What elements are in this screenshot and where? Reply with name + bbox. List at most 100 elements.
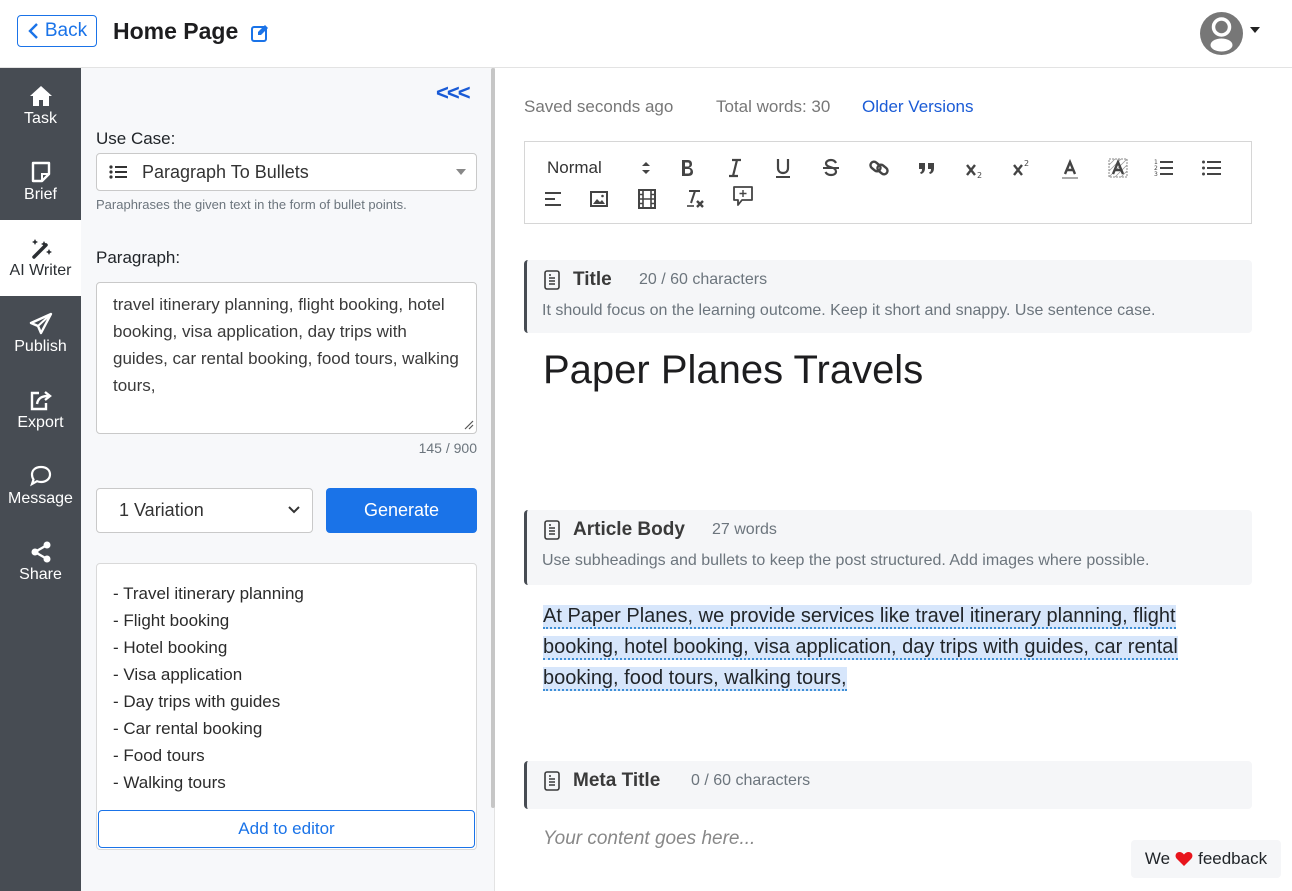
italic-icon (729, 158, 741, 178)
image-button[interactable] (587, 187, 611, 211)
output-list: - Travel itinerary planning - Flight boo… (113, 580, 304, 796)
video-icon (638, 189, 656, 209)
section-title: Article Body (573, 519, 685, 540)
list-item: - Day trips with guides (113, 692, 281, 711)
blockquote-button[interactable] (915, 156, 939, 180)
home-icon (29, 86, 52, 106)
character-count: 145 / 900 (418, 440, 477, 456)
image-icon (590, 191, 608, 207)
body-line: At Paper Planes, we provide services lik… (543, 605, 1176, 629)
collapse-panel-button[interactable]: <<< (436, 80, 471, 106)
sidebar-item-export[interactable]: Export (0, 372, 81, 448)
strikethrough-icon (823, 158, 839, 177)
clear-format-button[interactable] (683, 187, 707, 211)
subscript-button[interactable]: 2 (963, 158, 987, 182)
background-color-button[interactable] (1106, 156, 1130, 180)
paragraph-label: Paragraph: (96, 248, 181, 267)
subscript-icon: 2 (966, 164, 982, 180)
document-icon (544, 771, 560, 791)
article-body-content[interactable]: At Paper Planes, we provide services lik… (543, 601, 1203, 694)
underline-icon (776, 159, 790, 178)
top-bar: Back Home Page (0, 0, 1292, 68)
sidebar-item-share[interactable]: Share (0, 524, 81, 600)
link-button[interactable] (867, 156, 891, 180)
generated-output: - Travel itinerary planning - Flight boo… (96, 563, 477, 850)
clear-format-icon (687, 190, 704, 208)
sidebar-item-publish[interactable]: Publish (0, 296, 81, 372)
body-word-count: 27 words (712, 521, 777, 538)
use-case-label: Use Case: (96, 129, 176, 148)
text-color-icon (1062, 159, 1078, 179)
bold-button[interactable] (675, 156, 699, 180)
section-title: Title (573, 269, 612, 290)
meta-title-section-header: Meta Title 0 / 60 characters (524, 761, 1252, 809)
edit-icon[interactable] (250, 23, 270, 43)
sidebar: Task Brief AI Writer Publish Export Mess… (0, 68, 81, 891)
sidebar-item-task[interactable]: Task (0, 68, 81, 144)
dropdown-caret-icon (456, 169, 466, 175)
sidebar-item-ai-writer[interactable]: AI Writer (0, 220, 81, 296)
chevron-down-icon (288, 506, 300, 514)
magic-wand-icon (31, 239, 52, 259)
older-versions-link[interactable]: Older Versions (862, 97, 974, 117)
svg-text:3: 3 (1154, 171, 1158, 178)
use-case-value: Paragraph To Bullets (142, 161, 309, 182)
paragraph-input[interactable]: travel itinerary planning, flight bookin… (96, 282, 477, 434)
user-icon (1210, 17, 1233, 52)
avatar[interactable] (1200, 12, 1243, 55)
italic-button[interactable] (723, 156, 747, 180)
updown-caret-icon[interactable] (641, 160, 651, 176)
list-item: - Travel itinerary planning (113, 584, 304, 603)
meta-title-char-count: 0 / 60 characters (691, 772, 811, 789)
resize-handle-icon[interactable] (462, 418, 474, 430)
sidebar-item-brief[interactable]: Brief (0, 144, 81, 220)
bullet-list-button[interactable] (1200, 156, 1224, 180)
back-label: Back (44, 20, 88, 41)
underline-button[interactable] (771, 156, 795, 180)
account-menu-caret-icon[interactable] (1250, 27, 1260, 33)
list-item: - Flight booking (113, 611, 230, 630)
feedback-text-after: feedback (1198, 849, 1268, 868)
superscript-button[interactable]: 2 (1010, 156, 1034, 180)
saved-status: Saved seconds ago (524, 97, 674, 116)
svg-text:2: 2 (977, 171, 982, 180)
sidebar-item-label: Export (17, 414, 64, 431)
feedback-button[interactable]: We feedback (1131, 840, 1281, 878)
article-body-section-header: Article Body 27 words Use subheadings an… (524, 510, 1252, 585)
align-button[interactable] (542, 187, 566, 211)
add-comment-button[interactable] (731, 184, 755, 208)
quote-icon (919, 163, 934, 174)
ordered-list-button[interactable]: 123 (1152, 156, 1176, 180)
editor-status-row: Saved seconds ago Total words: 30 Older … (524, 97, 974, 117)
meta-title-input[interactable]: Your content goes here... (543, 828, 755, 850)
sticky-note-icon (31, 161, 50, 183)
header-format-select[interactable]: Normal (547, 158, 602, 178)
title-section-header: Title 20 / 60 characters It should focus… (524, 260, 1252, 333)
list-item: - Visa application (113, 665, 243, 684)
align-left-icon (545, 192, 561, 206)
add-to-editor-button[interactable]: Add to editor (98, 810, 475, 848)
editor-toolbar: Normal 2 2 123 (524, 141, 1252, 224)
use-case-select[interactable]: Paragraph To Bullets (96, 153, 477, 191)
background-color-icon (1108, 158, 1128, 178)
section-description: It should focus on the learning outcome.… (542, 302, 1156, 319)
sidebar-item-message[interactable]: Message (0, 448, 81, 524)
chat-bubble-icon (29, 465, 51, 487)
back-button[interactable]: Back (17, 15, 97, 47)
generate-button[interactable]: Generate (326, 488, 477, 533)
title-content[interactable]: Paper Planes Travels (543, 348, 923, 393)
document-icon (544, 520, 560, 540)
panel-scrollbar[interactable] (491, 68, 495, 808)
list-item: - Walking tours (113, 773, 226, 792)
bold-icon (682, 160, 693, 176)
page-title: Home Page (113, 18, 239, 44)
list-icon (109, 165, 127, 179)
svg-text:2: 2 (1024, 159, 1029, 168)
list-item: - Hotel booking (113, 638, 228, 657)
sidebar-item-label: Brief (24, 186, 57, 203)
share-icon (31, 541, 50, 563)
text-color-button[interactable] (1058, 158, 1082, 182)
variation-select[interactable]: 1 Variation (96, 488, 313, 533)
video-button[interactable] (635, 187, 659, 211)
strike-button[interactable] (819, 156, 843, 180)
